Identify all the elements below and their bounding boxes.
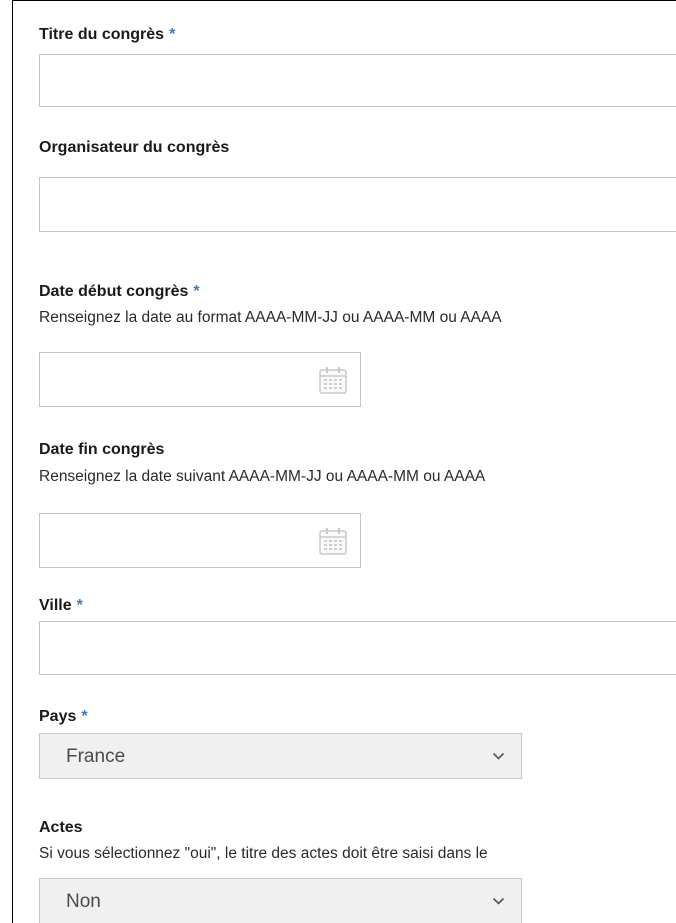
acts-select[interactable]: Non bbox=[39, 878, 522, 923]
organizer-label-text: Organisateur du congrès bbox=[39, 139, 230, 156]
title-label-text: Titre du congrès bbox=[39, 26, 165, 43]
calendar-icon[interactable] bbox=[318, 365, 348, 395]
end-date-label: Date fin congrès bbox=[39, 440, 164, 460]
city-label: Ville * bbox=[39, 596, 83, 616]
form-panel: Titre du congrès * Organisateur du congrè… bbox=[12, 0, 676, 923]
country-label: Pays * bbox=[39, 707, 88, 727]
acts-label: Actes bbox=[39, 818, 83, 838]
country-select[interactable]: France bbox=[39, 733, 522, 779]
start-date-label: Date début congrès * bbox=[39, 282, 200, 302]
start-date-label-text: Date début congrès bbox=[39, 283, 189, 300]
required-asterisk: * bbox=[169, 26, 176, 43]
required-asterisk: * bbox=[81, 708, 88, 725]
end-date-hint: Renseignez la date suivant AAAA-MM-JJ ou… bbox=[39, 468, 486, 485]
title-label: Titre du congrès * bbox=[39, 25, 175, 45]
calendar-icon[interactable] bbox=[318, 526, 348, 556]
required-asterisk: * bbox=[76, 597, 83, 614]
title-input[interactable] bbox=[39, 54, 676, 107]
required-asterisk: * bbox=[193, 283, 200, 300]
organizer-label: Organisateur du congrès bbox=[39, 138, 229, 158]
start-date-hint: Renseignez la date au format AAAA-MM-JJ … bbox=[39, 309, 502, 326]
end-date-input[interactable] bbox=[39, 513, 361, 568]
country-select-value: France bbox=[66, 746, 126, 767]
chevron-down-icon bbox=[492, 897, 505, 905]
acts-hint: Si vous sélectionnez "oui", le titre des… bbox=[39, 845, 488, 862]
city-label-text: Ville bbox=[39, 597, 72, 614]
country-label-text: Pays bbox=[39, 708, 77, 725]
acts-label-text: Actes bbox=[39, 819, 83, 836]
city-input[interactable] bbox=[39, 621, 676, 675]
acts-select-value: Non bbox=[66, 891, 101, 912]
end-date-label-text: Date fin congrès bbox=[39, 441, 165, 458]
chevron-down-icon bbox=[492, 752, 505, 760]
organizer-input[interactable] bbox=[39, 177, 676, 232]
start-date-input[interactable] bbox=[39, 352, 361, 407]
